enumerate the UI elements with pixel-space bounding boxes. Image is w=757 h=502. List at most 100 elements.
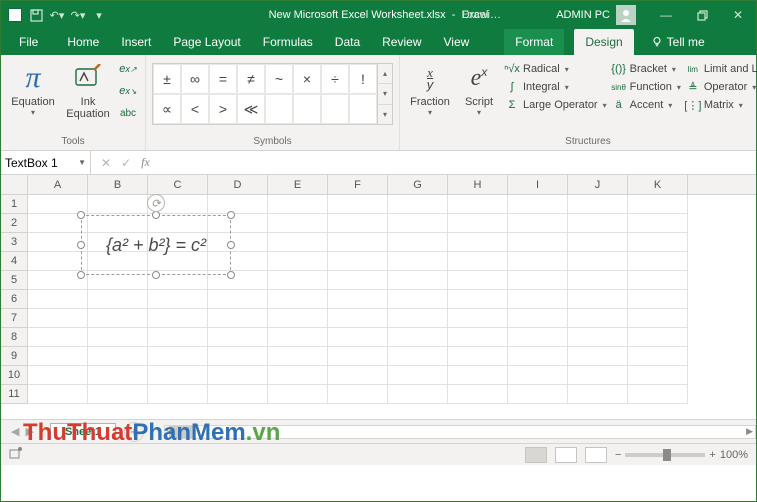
normal-text-button[interactable]: abc	[117, 103, 139, 123]
tab-insert[interactable]: Insert	[110, 29, 162, 55]
tell-me-search[interactable]: Tell me	[640, 29, 716, 55]
enter-formula-icon[interactable]: ✓	[121, 156, 131, 170]
sheet-nav-next-icon[interactable]: ▶	[25, 425, 33, 438]
zoom-slider[interactable]	[625, 453, 705, 457]
account-user[interactable]: ADMIN PC	[556, 5, 636, 25]
resize-handle[interactable]	[77, 211, 85, 219]
zoom-out-icon[interactable]: −	[615, 449, 621, 461]
accent-button[interactable]: äAccent▾	[611, 97, 681, 113]
column-header[interactable]: F	[328, 175, 388, 194]
script-button[interactable]: ex Script▾	[458, 59, 500, 117]
zoom-control[interactable]: − + 100%	[615, 449, 748, 461]
name-box-input[interactable]	[5, 156, 65, 170]
restore-icon[interactable]	[684, 1, 720, 29]
scroll-down-icon[interactable]: ▾	[378, 84, 392, 104]
row-header[interactable]: 11	[1, 385, 27, 404]
symbol-cell[interactable]: ≪	[237, 94, 265, 124]
row-header[interactable]: 1	[1, 195, 27, 214]
resize-handle[interactable]	[227, 271, 235, 279]
zoom-level[interactable]: 100%	[720, 449, 748, 461]
row-header[interactable]: 5	[1, 271, 27, 290]
rotate-handle[interactable]: ⟳	[147, 194, 165, 212]
column-header[interactable]: G	[388, 175, 448, 194]
tab-file[interactable]: File	[1, 29, 56, 55]
limit-button[interactable]: limLimit and Log	[685, 61, 757, 77]
column-header[interactable]: B	[88, 175, 148, 194]
resize-handle[interactable]	[152, 211, 160, 219]
formula-input[interactable]	[160, 151, 756, 174]
page-break-view-button[interactable]	[585, 447, 607, 463]
column-header[interactable]: H	[448, 175, 508, 194]
column-header[interactable]: A	[28, 175, 88, 194]
page-layout-view-button[interactable]	[555, 447, 577, 463]
symbol-cell[interactable]	[321, 94, 349, 124]
horizontal-scrollbar[interactable]: ◀▶	[164, 425, 756, 439]
column-header[interactable]: I	[508, 175, 568, 194]
tab-view[interactable]: View	[433, 29, 481, 55]
fraction-button[interactable]: xy Fraction▾	[406, 59, 454, 117]
column-header[interactable]: J	[568, 175, 628, 194]
ink-equation-button[interactable]: Ink Equation	[63, 59, 113, 120]
column-header[interactable]: K	[628, 175, 688, 194]
name-box-dropdown-icon[interactable]: ▼	[78, 158, 86, 167]
symbol-cell[interactable]: <	[181, 94, 209, 124]
qat-customize-icon[interactable]: ▾	[89, 5, 109, 25]
matrix-button[interactable]: [⋮]Matrix▾	[685, 97, 757, 113]
tab-design[interactable]: Design	[574, 29, 633, 55]
row-header[interactable]: 3	[1, 233, 27, 252]
symbol-cell[interactable]: ×	[293, 64, 321, 94]
column-header[interactable]: C	[148, 175, 208, 194]
undo-icon[interactable]: ↶▾	[47, 5, 67, 25]
symbol-cell[interactable]: ÷	[321, 64, 349, 94]
symbol-cell[interactable]: !	[349, 64, 377, 94]
scroll-up-icon[interactable]: ▴	[378, 64, 392, 84]
symbol-cell[interactable]	[265, 94, 293, 124]
column-header[interactable]: E	[268, 175, 328, 194]
equation-button[interactable]: π Equation ▾	[7, 59, 59, 117]
redo-icon[interactable]: ↷▾	[68, 5, 88, 25]
integral-button[interactable]: ∫Integral▾	[504, 79, 607, 95]
zoom-in-icon[interactable]: +	[709, 449, 715, 461]
column-header[interactable]: D	[208, 175, 268, 194]
name-box[interactable]: ▼	[1, 151, 91, 174]
tab-formulas[interactable]: Formulas	[252, 29, 324, 55]
row-header[interactable]: 2	[1, 214, 27, 233]
tab-data[interactable]: Data	[324, 29, 371, 55]
row-header[interactable]: 9	[1, 347, 27, 366]
close-icon[interactable]: ✕	[720, 1, 756, 29]
fx-icon[interactable]: fx	[141, 155, 150, 170]
sheet-nav-prev-icon[interactable]: ◀	[11, 425, 19, 438]
symbol-cell[interactable]: ≠	[237, 64, 265, 94]
symbol-cell[interactable]	[349, 94, 377, 124]
row-header[interactable]: 8	[1, 328, 27, 347]
tab-page-layout[interactable]: Page Layout	[162, 29, 251, 55]
symbol-cell[interactable]: ∞	[181, 64, 209, 94]
tab-review[interactable]: Review	[371, 29, 432, 55]
save-icon[interactable]	[26, 5, 46, 25]
bracket-button[interactable]: {()}Bracket▾	[611, 61, 681, 77]
tab-format[interactable]: Format	[504, 29, 564, 55]
gallery-expand-icon[interactable]: ▾	[378, 105, 392, 124]
normal-view-button[interactable]	[525, 447, 547, 463]
large-operator-button[interactable]: ΣLarge Operator▾	[504, 97, 607, 113]
symbol-cell[interactable]: ~	[265, 64, 293, 94]
resize-handle[interactable]	[227, 211, 235, 219]
minimize-icon[interactable]: —	[648, 1, 684, 29]
symbol-cell[interactable]: >	[209, 94, 237, 124]
sheet-tab[interactable]: Sheet1	[50, 423, 116, 440]
symbol-cell[interactable]: ±	[153, 64, 181, 94]
radical-button[interactable]: ⁿ√xRadical▾	[504, 61, 607, 77]
row-header[interactable]: 4	[1, 252, 27, 271]
row-header[interactable]: 6	[1, 290, 27, 309]
select-all-corner[interactable]	[1, 175, 28, 195]
worksheet-area[interactable]: A B C D E F G H I J K 1 2 3 4 5 6 7 8 9 …	[1, 175, 756, 419]
professional-button[interactable]: ex↗	[117, 59, 139, 79]
symbol-cell[interactable]: =	[209, 64, 237, 94]
resize-handle[interactable]	[152, 271, 160, 279]
resize-handle[interactable]	[77, 271, 85, 279]
resize-handle[interactable]	[77, 241, 85, 249]
operator-button[interactable]: ≜Operator▾	[685, 79, 757, 95]
symbol-gallery[interactable]: ± ∞ = ≠ ~ × ÷ ! ∝ < > ≪	[152, 63, 378, 125]
symbol-cell[interactable]	[293, 94, 321, 124]
record-macro-icon[interactable]	[9, 446, 23, 463]
